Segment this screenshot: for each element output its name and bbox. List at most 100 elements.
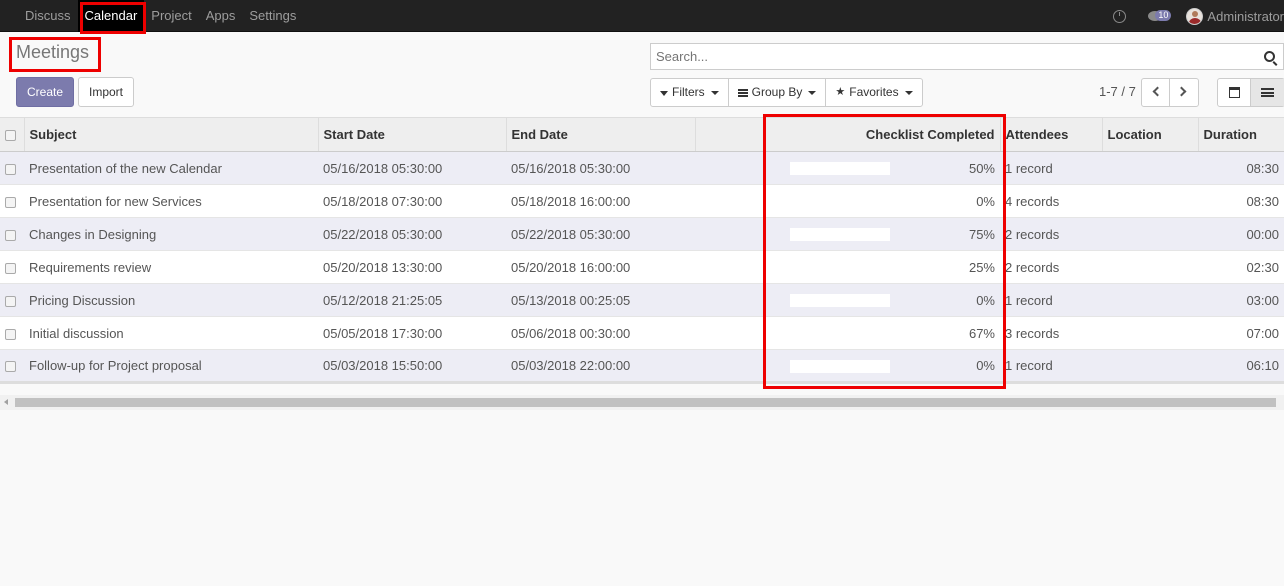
- column-header-location[interactable]: Location: [1102, 117, 1199, 152]
- chat-icon[interactable]: 10: [1148, 10, 1172, 21]
- import-button[interactable]: Import: [78, 77, 134, 107]
- pager-value[interactable]: 1-7 / 7: [1099, 84, 1136, 99]
- start-date-cell: 05/18/2018 07:30:00: [318, 184, 506, 218]
- select-all-checkbox[interactable]: [5, 130, 16, 142]
- menu-settings[interactable]: Settings: [242, 0, 303, 32]
- column-header-subject[interactable]: Subject: [24, 117, 319, 152]
- row-select-cell: [0, 283, 24, 317]
- scrollbar-thumb[interactable]: [15, 398, 1276, 407]
- duration-cell: 06:10: [1198, 349, 1284, 384]
- checklist-percent: 67%: [968, 325, 995, 341]
- meetings-table: Subject Start Date End Date Checklist Co…: [0, 117, 1284, 384]
- column-header-duration[interactable]: Duration: [1198, 117, 1284, 152]
- end-date-cell: 05/18/2018 16:00:00: [506, 184, 695, 218]
- row-checkbox[interactable]: [5, 163, 16, 175]
- checklist-percent: 0%: [976, 358, 995, 373]
- table-header-row: Subject Start Date End Date Checklist Co…: [0, 117, 1284, 152]
- attendees-cell: 2 records: [1000, 217, 1102, 251]
- checklist-completed-cell: 67%: [763, 316, 1000, 350]
- subject-cell: Initial discussion: [24, 316, 318, 350]
- menu-calendar[interactable]: Calendar: [77, 0, 145, 32]
- table-row[interactable]: Pricing Discussion 05/12/2018 21:25:05 05/…: [0, 283, 1284, 317]
- calendar-view-button[interactable]: [1218, 79, 1251, 106]
- row-checkbox[interactable]: [5, 196, 16, 208]
- group-by-dropdown[interactable]: Group By: [729, 79, 827, 106]
- chevron-left-icon: [1152, 86, 1163, 97]
- attendees-cell: 3 records: [1000, 316, 1102, 350]
- progress-bar: [790, 162, 890, 175]
- table-row[interactable]: Requirements review 05/20/2018 13:30:00 05…: [0, 250, 1284, 284]
- end-date-cell: 05/22/2018 05:30:00: [506, 217, 695, 251]
- menu-apps[interactable]: Apps: [199, 0, 243, 32]
- table-row[interactable]: Initial discussion 05/05/2018 17:30:00 05/…: [0, 316, 1284, 350]
- pager-previous-button[interactable]: [1142, 79, 1170, 106]
- column-header-attendees[interactable]: Attendees: [1000, 117, 1103, 152]
- row-checkbox[interactable]: [5, 262, 16, 274]
- filter-icon: [660, 91, 668, 96]
- user-avatar[interactable]: [1186, 7, 1204, 25]
- filters-dropdown[interactable]: Filters: [651, 79, 729, 106]
- checklist-completed-cell: 75%: [763, 217, 1000, 251]
- search-input[interactable]: [651, 44, 1283, 69]
- table-row[interactable]: Follow-up for Project proposal 05/03/2018…: [0, 349, 1284, 384]
- progress-bar: [790, 228, 890, 241]
- row-select-cell: [0, 250, 24, 284]
- table-row[interactable]: Presentation for new Services 05/18/2018 …: [0, 184, 1284, 218]
- blank-cell: [695, 349, 763, 384]
- location-cell: [1102, 283, 1198, 317]
- end-date-cell: 05/20/2018 16:00:00: [506, 250, 695, 284]
- blank-cell: [695, 151, 763, 185]
- list-view-button[interactable]: [1251, 79, 1284, 106]
- duration-cell: 07:00: [1198, 316, 1284, 350]
- column-header-start-date[interactable]: Start Date: [318, 117, 507, 152]
- attendees-cell: 1 record: [1000, 151, 1102, 185]
- end-date-cell: 05/06/2018 00:30:00: [506, 316, 695, 350]
- checklist-completed-cell: 0%: [763, 349, 1000, 384]
- bars-icon: [737, 88, 748, 97]
- clock-icon[interactable]: [1113, 9, 1127, 23]
- row-select-cell: [0, 349, 24, 384]
- duration-cell: 02:30: [1198, 250, 1284, 284]
- chat-count-badge: 10: [1155, 10, 1172, 21]
- location-cell: [1102, 250, 1198, 284]
- navbar-systray: 10 Administrator: [1113, 0, 1284, 32]
- end-date-cell: 05/03/2018 22:00:00: [506, 349, 695, 384]
- view-switcher: [1217, 78, 1284, 107]
- location-cell: [1102, 217, 1198, 251]
- duration-cell: 03:00: [1198, 283, 1284, 317]
- menu-project[interactable]: Project: [144, 0, 198, 32]
- filters-label: Filters: [672, 85, 705, 99]
- create-button[interactable]: Create: [16, 77, 74, 107]
- favorites-dropdown[interactable]: ★ Favorites: [826, 79, 921, 106]
- row-checkbox[interactable]: [5, 295, 16, 307]
- checklist-percent: 0%: [976, 193, 995, 209]
- search-box: [650, 43, 1284, 70]
- table-row[interactable]: Presentation of the new Calendar 05/16/20…: [0, 151, 1284, 185]
- column-header-checklist-completed[interactable]: Checklist Completed: [763, 117, 1001, 152]
- end-date-cell: 05/16/2018 05:30:00: [506, 151, 695, 185]
- user-menu[interactable]: Administrator: [1207, 9, 1284, 24]
- main-menu: Discuss Calendar Project Apps Settings: [18, 0, 303, 32]
- blank-cell: [695, 250, 763, 284]
- chevron-right-icon: [1176, 86, 1187, 97]
- horizontal-scrollbar[interactable]: [0, 395, 1284, 410]
- list-icon: [1261, 88, 1274, 97]
- row-checkbox[interactable]: [5, 328, 16, 340]
- subject-cell: Follow-up for Project proposal: [24, 349, 318, 384]
- menu-discuss[interactable]: Discuss: [18, 0, 78, 32]
- table-body: Presentation of the new Calendar 05/16/20…: [0, 151, 1284, 384]
- row-select-cell: [0, 151, 24, 185]
- pager-buttons: [1141, 78, 1199, 107]
- column-header-blank: [695, 117, 763, 152]
- row-checkbox[interactable]: [5, 229, 16, 241]
- duration-cell: 08:30: [1198, 151, 1284, 185]
- column-header-end-date[interactable]: End Date: [506, 117, 696, 152]
- attendees-cell: 1 record: [1000, 283, 1102, 317]
- row-checkbox[interactable]: [5, 361, 16, 373]
- table-row[interactable]: Changes in Designing 05/22/2018 05:30:00 0…: [0, 217, 1284, 251]
- end-date-cell: 05/13/2018 00:25:05: [506, 283, 695, 317]
- pager-next-button[interactable]: [1170, 79, 1198, 106]
- group-by-label: Group By: [751, 85, 803, 99]
- scroll-left-arrow-icon[interactable]: [4, 399, 8, 405]
- search-icon[interactable]: [1264, 51, 1275, 62]
